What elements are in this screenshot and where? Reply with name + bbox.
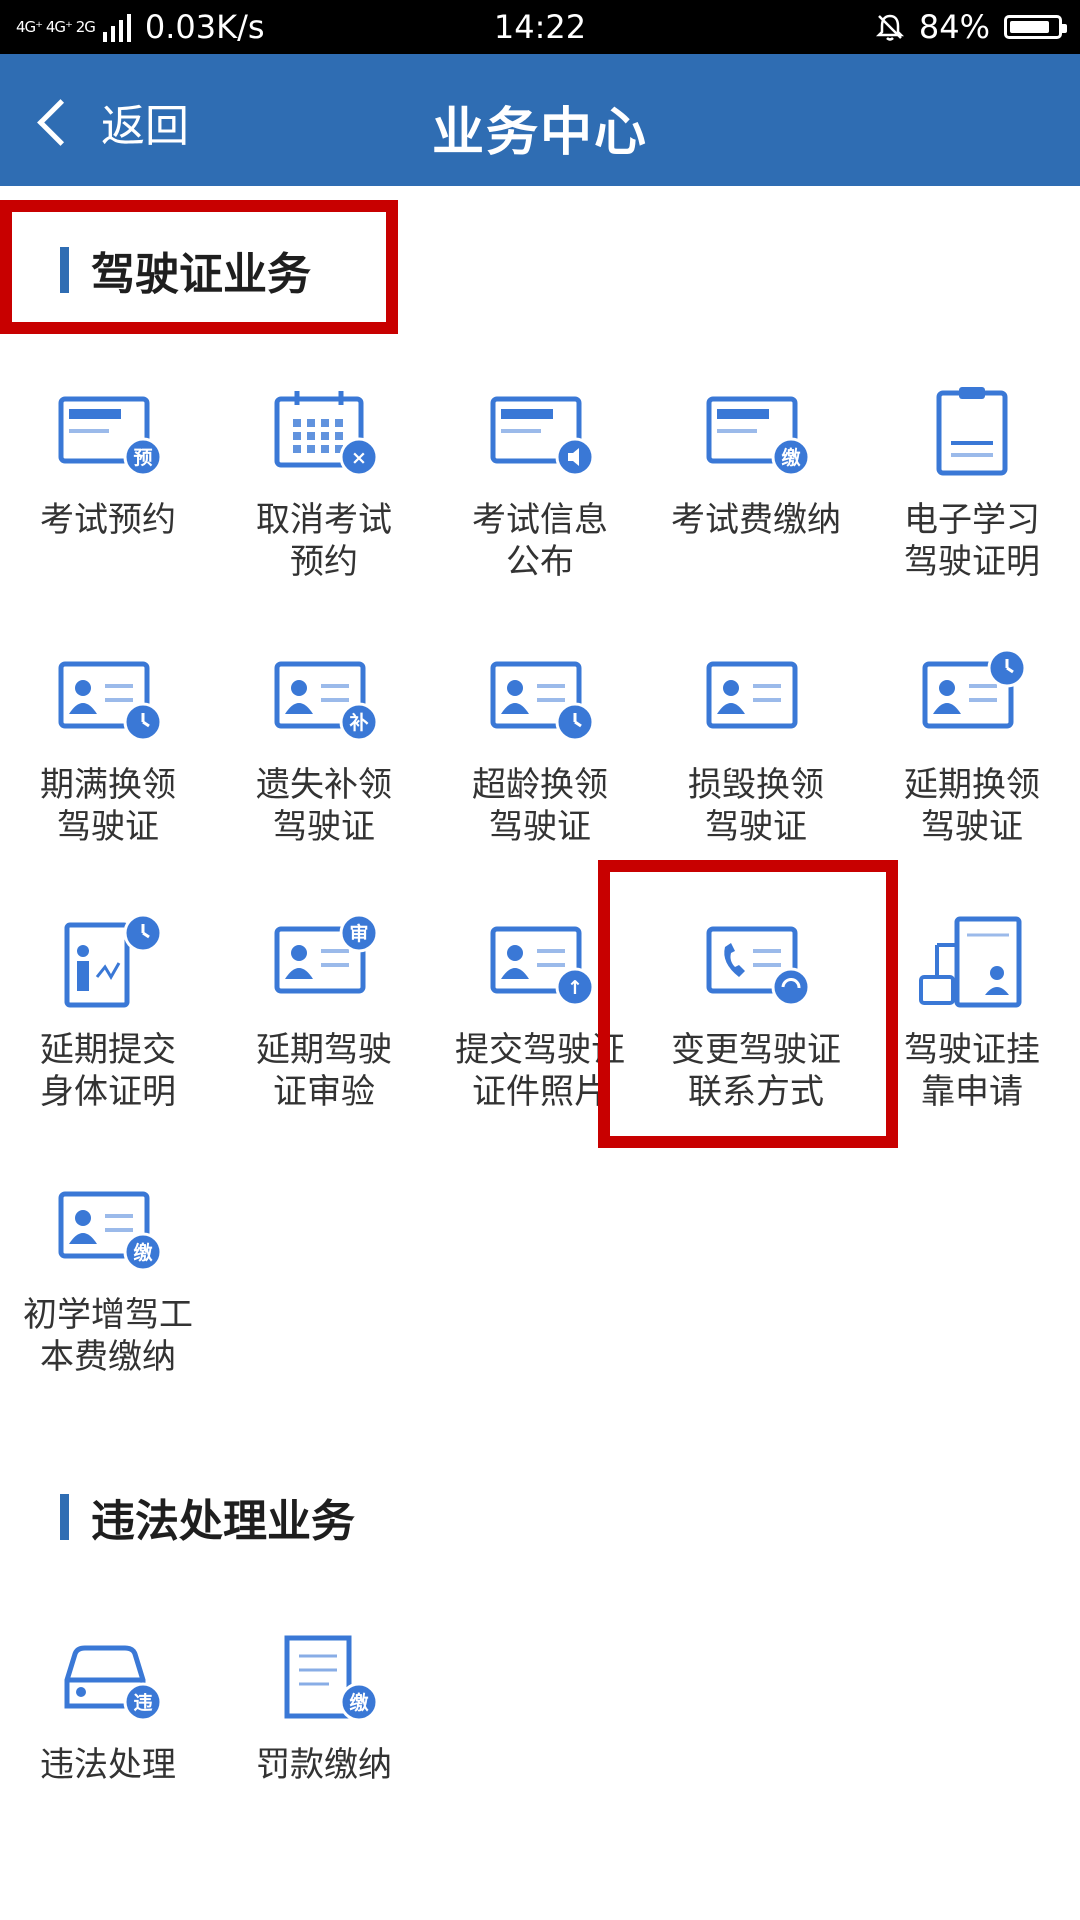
service-item-replace-lost-license[interactable]: 补遗失补领 驾驶证 (216, 650, 432, 848)
service-item-deferred-license-review[interactable]: 审延期驾驶 证审验 (216, 913, 432, 1113)
svg-text:缴: 缴 (781, 446, 801, 469)
service-item-label: 初学增驾工 本费缴纳 (23, 1295, 193, 1377)
svg-text:审: 审 (349, 922, 368, 945)
svg-text:×: × (351, 447, 367, 469)
highlight-box-section (0, 200, 398, 334)
service-item-label: 罚款缴纳 (256, 1745, 392, 1785)
svg-text:补: 补 (349, 711, 368, 734)
service-item-label: 考试信息 公布 (472, 500, 608, 582)
service-item-label: 取消考试 预约 (256, 500, 392, 582)
learner-fee-icon: 缴 (53, 1180, 163, 1276)
cancel-exam-icon: × (269, 385, 379, 481)
deferred-health-proof-icon (53, 913, 163, 1011)
replace-lost-license-icon: 补 (269, 650, 379, 746)
service-item-label: 延期换领 驾驶证 (904, 765, 1040, 847)
renew-expired-license-icon (53, 650, 163, 746)
violation-handling-icon: 违 (53, 1630, 163, 1726)
service-item-label: 遗失补领 驾驶证 (256, 765, 392, 847)
service-item-label: 电子学习 驾驶证明 (904, 500, 1040, 582)
svg-text:缴: 缴 (349, 1691, 369, 1714)
nav-bar: 返回 业务中心 (0, 54, 1080, 186)
deferred-license-review-icon: 审 (269, 913, 379, 1011)
svg-text:缴: 缴 (133, 1241, 153, 1264)
license-affiliation-icon (917, 915, 1027, 1011)
exam-appointment-icon: 预 (53, 385, 163, 481)
battery-icon (1004, 15, 1067, 39)
bell-muted-icon (875, 14, 904, 41)
service-item-renew-expired-license[interactable]: 期满换领 驾驶证 (0, 650, 216, 848)
service-item-label: 考试预约 (40, 500, 176, 540)
svg-text:↑: ↑ (567, 977, 583, 999)
service-item-damaged-license-renew[interactable]: 损毁换领 驾驶证 (648, 650, 864, 848)
service-item-label: 延期提交 身体证明 (40, 1030, 176, 1112)
service-item-violation-handling[interactable]: 违违法处理 (0, 1630, 216, 1786)
service-item-label: 延期驾驶 证审验 (256, 1030, 392, 1112)
e-learning-icon (917, 385, 1027, 481)
service-item-overage-renew-license[interactable]: 超龄换领 驾驶证 (432, 650, 648, 848)
service-item-learner-fee[interactable]: 缴初学增驾工 本费缴纳 (0, 1180, 216, 1378)
service-item-exam-fee[interactable]: 缴考试费缴纳 (648, 385, 864, 541)
highlight-box-change-contact (598, 860, 898, 1148)
service-item-fine-payment[interactable]: 缴罚款缴纳 (216, 1630, 432, 1786)
service-item-deferred-health-proof[interactable]: 延期提交 身体证明 (0, 913, 216, 1113)
fine-payment-icon: 缴 (269, 1630, 379, 1726)
battery-percent: 84% (918, 8, 990, 46)
service-item-exam-info[interactable]: 考试信息 公布 (432, 385, 648, 583)
svg-text:违: 违 (133, 1692, 152, 1714)
service-item-label: 期满换领 驾驶证 (40, 765, 176, 847)
section-title-violation: 违法处理业务 (60, 1485, 355, 1549)
service-item-deferred-renew-license[interactable]: 延期换领 驾驶证 (864, 648, 1080, 848)
service-item-label: 损毁换领 驾驶证 (688, 765, 824, 847)
service-item-label: 超龄换领 驾驶证 (472, 765, 608, 847)
exam-info-icon (485, 385, 595, 481)
exam-fee-icon: 缴 (701, 385, 811, 481)
page-title: 业务中心 (431, 103, 648, 163)
section-title-text: 违法处理业务 (91, 1496, 355, 1547)
deferred-renew-license-icon (917, 648, 1027, 746)
service-item-cancel-exam[interactable]: × 取消考试 预约 (216, 385, 432, 583)
status-right: 84% (875, 8, 1067, 46)
damaged-license-renew-icon (701, 650, 811, 746)
svg-text:预: 预 (133, 447, 152, 469)
status-bar: 4G⁺ 4G⁺ 2G 0.03K/s 14:22 84% (0, 0, 1080, 54)
service-item-label: 违法处理 (40, 1745, 176, 1785)
service-item-label: 考试费缴纳 (671, 500, 841, 540)
overage-renew-license-icon (485, 650, 595, 746)
service-item-e-learning[interactable]: 电子学习 驾驶证明 (864, 385, 1080, 583)
service-item-exam-appointment[interactable]: 预考试预约 (0, 385, 216, 541)
section-accent-bar (60, 1494, 69, 1540)
upload-license-photo-icon: ↑ (485, 915, 595, 1011)
